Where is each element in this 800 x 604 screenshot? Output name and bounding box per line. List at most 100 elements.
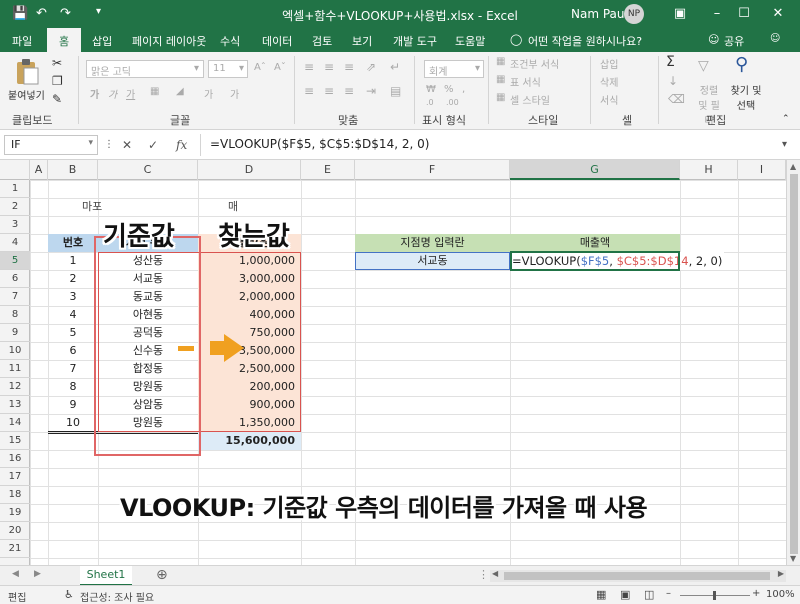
font-name-select[interactable]: 맑은 고딕 ▾ — [86, 60, 204, 78]
scroll-up-icon[interactable]: ▲ — [790, 162, 796, 171]
share-button[interactable]: 공유 — [724, 33, 744, 49]
cell-no[interactable]: 4 — [48, 306, 98, 324]
tab-data[interactable]: 데이터 — [262, 33, 292, 49]
row-header[interactable]: 20 — [0, 522, 30, 540]
clear-icon[interactable]: ⌫ — [668, 92, 685, 106]
copy-icon[interactable]: ❐ — [52, 74, 63, 88]
user-name[interactable]: Nam Paul — [571, 7, 628, 21]
cell-b2[interactable]: 마포 — [82, 198, 102, 216]
scroll-thumb[interactable] — [790, 174, 798, 554]
scroll-left-icon[interactable]: ◀ — [492, 569, 498, 578]
enter-icon[interactable]: ✓ — [148, 138, 158, 152]
column-header-e[interactable]: E — [301, 160, 355, 180]
row-header[interactable]: 5 — [0, 252, 30, 270]
tab-developer[interactable]: 개발 도구 — [393, 33, 437, 49]
merge-icon[interactable]: ▤ — [390, 84, 401, 98]
cell-no[interactable]: 2 — [48, 270, 98, 288]
column-header-b[interactable]: B — [48, 160, 98, 180]
fill-icon[interactable]: ↓ — [668, 74, 678, 88]
orientation-icon[interactable]: ⇗ — [366, 60, 376, 74]
add-sheet-icon[interactable]: ⊕ — [156, 567, 168, 583]
column-header-i[interactable]: I — [738, 160, 786, 180]
table-format-button[interactable]: 표 서식 — [510, 74, 541, 89]
save-icon[interactable]: 💾 — [12, 6, 28, 21]
tab-help[interactable]: 도움말 — [455, 33, 485, 49]
zoom-in-icon[interactable]: + — [752, 588, 760, 599]
collapse-ribbon-icon[interactable]: ⌃ — [782, 114, 790, 124]
name-box[interactable]: IF ▾ — [4, 135, 98, 155]
phonetic-icon[interactable]: 가 — [230, 86, 239, 101]
tab-split-handle-icon[interactable]: ⋮ — [478, 568, 489, 581]
align-center-icon[interactable]: ≡ — [324, 84, 334, 98]
cell-no[interactable]: 6 — [48, 342, 98, 360]
tab-page-layout[interactable]: 페이지 레이아웃 — [132, 33, 206, 49]
shrink-font-icon[interactable]: Aˇ — [274, 62, 286, 73]
avatar[interactable]: NP — [624, 4, 644, 24]
accessibility-status[interactable]: 접근성: 조사 필요 — [80, 589, 154, 604]
vertical-scrollbar[interactable]: ▲ ▼ — [786, 160, 800, 565]
expand-formula-icon[interactable]: ▾ — [782, 139, 787, 150]
column-header-g[interactable]: G — [510, 160, 680, 180]
find-select-button[interactable]: 찾기 및 선택 — [728, 82, 764, 112]
paste-icon[interactable] — [14, 58, 40, 86]
cond-format-button[interactable]: 조건부 서식 — [510, 56, 559, 71]
row-header[interactable]: 1 — [0, 180, 30, 198]
cells-area[interactable]: 마포 매 번호 지점 위치 매출액(원) 1 성산동 1,000,000 2 서… — [30, 180, 800, 565]
row-header[interactable]: 19 — [0, 504, 30, 522]
indent-icon[interactable]: ⇥ — [366, 84, 376, 98]
align-bottom-icon[interactable]: ≡ — [344, 60, 354, 74]
row-header[interactable]: 10 — [0, 342, 30, 360]
scroll-right-icon[interactable]: ▶ — [778, 569, 784, 578]
normal-view-icon[interactable]: ▦ — [596, 588, 606, 601]
customize-quick-access-icon[interactable]: ▾ — [96, 6, 101, 17]
row-header[interactable]: 12 — [0, 378, 30, 396]
column-header-c[interactable]: C — [98, 160, 198, 180]
cell-no[interactable]: 9 — [48, 396, 98, 414]
sheet-tab-sheet1[interactable]: Sheet1 — [80, 566, 132, 586]
next-sheet-icon[interactable]: ▶ — [34, 569, 41, 579]
cell-no[interactable]: 7 — [48, 360, 98, 378]
cell-styles-button[interactable]: 셀 스타일 — [510, 92, 550, 107]
cell-no[interactable]: 1 — [48, 252, 98, 270]
underline-icon[interactable]: 가 — [126, 86, 135, 101]
italic-icon[interactable]: 가 — [108, 86, 117, 101]
row-header[interactable]: 13 — [0, 396, 30, 414]
worksheet-grid[interactable]: A B C D E F G H I 1 2 3 4 5 6 7 8 9 10 1… — [0, 160, 800, 565]
close-button[interactable]: ✕ — [766, 3, 790, 25]
number-format-select[interactable]: 회계 ▾ — [424, 60, 484, 78]
row-header[interactable]: 3 — [0, 216, 30, 234]
fill-color-icon[interactable]: ◢ — [176, 86, 184, 97]
row-header[interactable]: 2 — [0, 198, 30, 216]
decrease-decimal-icon[interactable]: .00 — [446, 98, 459, 107]
page-layout-view-icon[interactable]: ▣ — [620, 588, 630, 601]
insert-function-icon[interactable]: fx — [176, 138, 187, 152]
row-header[interactable]: 8 — [0, 306, 30, 324]
scroll-down-icon[interactable]: ▼ — [790, 554, 796, 563]
cell-d2[interactable]: 매 — [228, 198, 238, 216]
align-right-icon[interactable]: ≡ — [344, 84, 354, 98]
tab-formulas[interactable]: 수식 — [220, 33, 240, 49]
row-header[interactable]: 7 — [0, 288, 30, 306]
align-top-icon[interactable]: ≡ — [304, 60, 314, 74]
format-painter-icon[interactable]: ✎ — [52, 92, 62, 106]
tab-view[interactable]: 보기 — [352, 33, 372, 49]
row-header[interactable]: 15 — [0, 432, 30, 450]
align-left-icon[interactable]: ≡ — [304, 84, 314, 98]
maximize-button[interactable]: ☐ — [732, 3, 756, 25]
zoom-out-icon[interactable]: – — [666, 588, 671, 599]
row-header[interactable]: 16 — [0, 450, 30, 468]
undo-icon[interactable]: ↶ — [36, 6, 47, 21]
lookup-sales-header[interactable]: 매출액 — [510, 234, 680, 252]
autosum-icon[interactable]: Σ — [666, 54, 675, 70]
row-header[interactable]: 17 — [0, 468, 30, 486]
zoom-slider-handle[interactable] — [713, 591, 716, 600]
row-header[interactable]: 9 — [0, 324, 30, 342]
redo-icon[interactable]: ↷ — [60, 6, 71, 21]
lookup-input-header[interactable]: 지점명 입력란 — [355, 234, 510, 252]
ribbon-display-icon[interactable]: ▣ — [668, 3, 692, 25]
row-header[interactable]: 6 — [0, 270, 30, 288]
align-middle-icon[interactable]: ≡ — [324, 60, 334, 74]
cell-total[interactable]: 15,600,000 — [198, 432, 301, 450]
column-header-h[interactable]: H — [680, 160, 738, 180]
cell-no[interactable]: 5 — [48, 324, 98, 342]
